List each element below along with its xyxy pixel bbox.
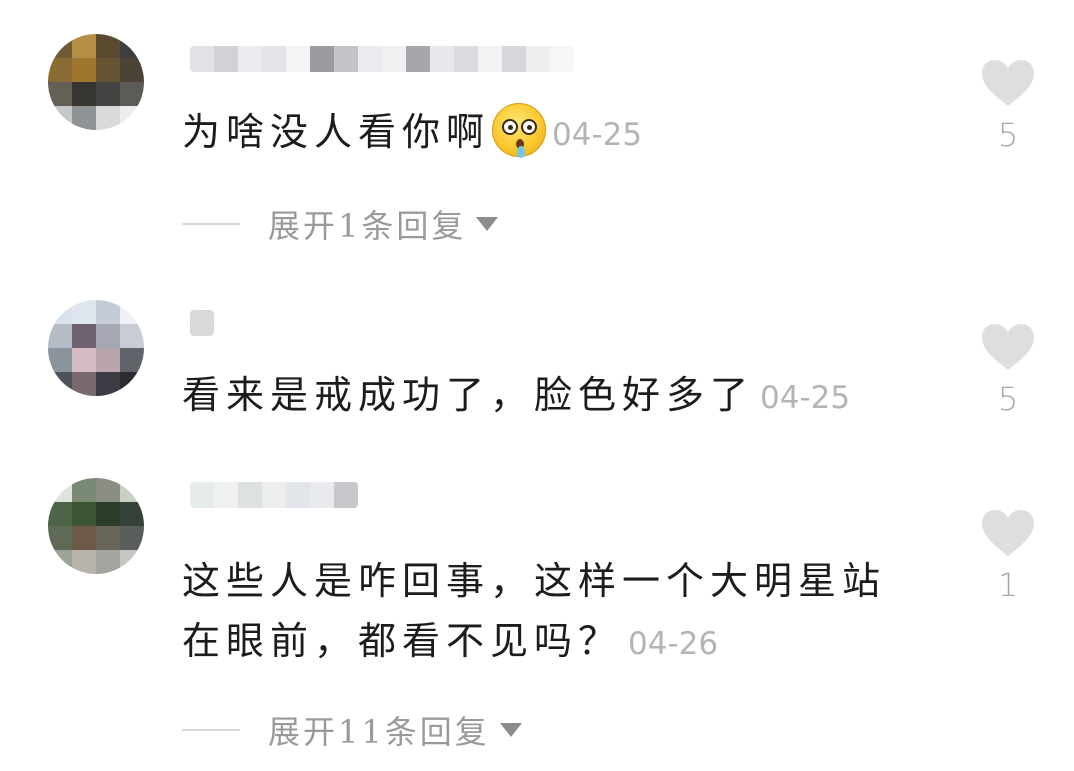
triangle-down-icon[interactable] xyxy=(476,217,499,231)
comment-body: 为啥没人看你啊 xyxy=(182,110,491,154)
expand-replies-button[interactable]: 展开11条回复 xyxy=(182,707,522,753)
comment-date: 04-26 xyxy=(628,626,719,662)
expand-replies-button[interactable]: 展开1条回复 xyxy=(182,201,499,247)
avatar[interactable] xyxy=(48,478,144,574)
comment-text: 这些人是咋回事，这样一个大明星站在眼前，都看不见吗？ 04-26 xyxy=(182,551,922,674)
like-count: 5 xyxy=(997,116,1019,154)
comment-date: 04-25 xyxy=(760,380,851,416)
triangle-down-icon[interactable] xyxy=(499,723,522,737)
username-blurred[interactable] xyxy=(190,310,214,336)
expand-replies-label[interactable]: 展开1条回复 xyxy=(268,201,466,247)
comment-text: 看来是戒成功了，脸色好多了 04-25 xyxy=(182,365,922,428)
expand-replies-label[interactable]: 展开11条回复 xyxy=(268,707,490,753)
heart-icon[interactable] xyxy=(980,508,1036,558)
comment-body: 看来是戒成功了，脸色好多了 xyxy=(182,373,755,417)
divider-line xyxy=(182,729,240,731)
comment-date: 04-25 xyxy=(552,117,643,153)
like-count: 5 xyxy=(997,380,1019,418)
heart-icon[interactable] xyxy=(980,58,1036,108)
username-blurred[interactable] xyxy=(190,482,358,508)
username-blurred[interactable] xyxy=(190,46,574,72)
like-button[interactable]: 1 xyxy=(976,508,1040,604)
divider-line xyxy=(182,223,240,225)
like-button[interactable]: 5 xyxy=(976,322,1040,418)
avatar[interactable] xyxy=(48,34,144,130)
comment-body: 这些人是咋回事，这样一个大明星站在眼前，都看不见吗？ xyxy=(182,559,887,663)
shocked-drooling-face-emoji-icon xyxy=(492,103,547,158)
heart-icon[interactable] xyxy=(980,322,1036,372)
comment-text: 为啥没人看你啊 04-25 xyxy=(182,102,922,165)
like-count: 1 xyxy=(997,566,1019,604)
avatar[interactable] xyxy=(48,300,144,396)
like-button[interactable]: 5 xyxy=(976,58,1040,154)
